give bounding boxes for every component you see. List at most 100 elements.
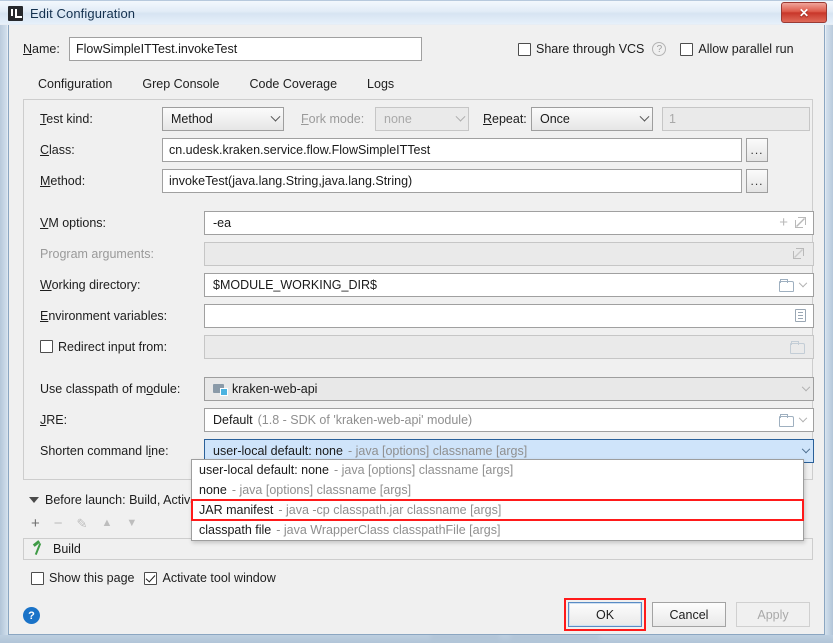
chevron-down-icon-repeat[interactable]: [633, 111, 650, 126]
method-label: Method:: [40, 173, 86, 188]
edit-configuration-window: Edit Configuration ✕ Name: FlowSimpleITT…: [0, 0, 833, 643]
module-icon: [213, 383, 228, 396]
method-input[interactable]: invokeTest(java.lang.String,java.lang.St…: [162, 168, 742, 193]
repeat-combo[interactable]: Once: [531, 106, 653, 131]
fork-mode-label: Fork mode:: [301, 111, 365, 126]
tab-logs[interactable]: Logs: [352, 73, 409, 102]
program-arguments-input: [204, 241, 814, 266]
show-this-page-checkbox-box[interactable]: [31, 571, 44, 585]
folder-icon-jre[interactable]: [779, 414, 794, 427]
chevron-down-icon-workdir[interactable]: [798, 278, 808, 292]
name-label: Name:: [23, 42, 60, 56]
cancel-button[interactable]: Cancel: [652, 602, 726, 627]
class-browse-button[interactable]: ...: [746, 137, 768, 162]
show-this-page-label: Show this page: [49, 571, 135, 585]
chevron-down-icon-shorten[interactable]: [795, 444, 811, 458]
working-directory-input[interactable]: $MODULE_WORKING_DIR$: [204, 272, 814, 297]
tab-grep-console[interactable]: Grep Console: [127, 73, 234, 102]
apply-button: Apply: [736, 602, 810, 627]
collapse-triangle-icon[interactable]: [29, 497, 39, 503]
dialog-body: Name: FlowSimpleITTest.invokeTest Share …: [8, 25, 825, 635]
name-input[interactable]: FlowSimpleITTest.invokeTest: [69, 37, 422, 61]
window-border-left: [0, 25, 7, 635]
show-this-page-checkbox[interactable]: Show this page: [31, 571, 134, 585]
allow-parallel-checkbox-box[interactable]: [680, 42, 694, 56]
list-editor-icon[interactable]: [795, 309, 806, 322]
dropdown-item-none[interactable]: none - java [options] classname [args]: [192, 480, 803, 500]
title-bar: Edit Configuration ✕: [0, 0, 833, 24]
fork-mode-combo: none: [375, 106, 469, 131]
use-classpath-value: kraken-web-api: [232, 381, 318, 396]
dropdown-item-user-local-default[interactable]: user-local default: none - java [options…: [192, 460, 803, 480]
program-arguments-row: Program arguments:: [40, 241, 814, 266]
name-row: Name: FlowSimpleITTest.invokeTest Share …: [23, 36, 813, 62]
activate-tool-window-label: Activate tool window: [162, 571, 276, 585]
ok-button[interactable]: OK: [568, 602, 642, 627]
share-through-vcs-checkbox[interactable]: Share through VCS: [518, 42, 644, 56]
move-down-button: ▼: [126, 517, 138, 529]
jre-combo[interactable]: Default (1.8 - SDK of 'kraken-web-api' m…: [204, 407, 814, 432]
jre-hint: (1.8 - SDK of 'kraken-web-api' module): [257, 412, 473, 427]
vm-options-row: VM options: -ea +: [40, 210, 814, 235]
class-row: Class: cn.udesk.kraken.service.flow.Flow…: [40, 137, 768, 162]
chevron-down-icon-jre[interactable]: [798, 413, 808, 427]
activate-tool-window-checkbox[interactable]: Activate tool window: [144, 571, 276, 585]
dropdown-item-hint: - java [options] classname [args]: [333, 463, 514, 477]
activate-tool-window-checkbox-box[interactable]: [144, 571, 158, 585]
vm-options-input[interactable]: -ea +: [204, 210, 814, 235]
share-vcs-checkbox-box[interactable]: [518, 42, 531, 56]
tab-code-coverage[interactable]: Code Coverage: [234, 73, 352, 102]
shorten-command-line-hint: - java [options] classname [args]: [347, 443, 528, 458]
test-kind-value: Method: [171, 111, 213, 126]
dropdown-item-hint: - java WrapperClass classpathFile [args]: [276, 523, 501, 537]
class-input[interactable]: cn.udesk.kraken.service.flow.FlowSimpleI…: [162, 137, 742, 162]
chevron-down-icon[interactable]: [264, 111, 281, 126]
expand-arrow-svg-2: [794, 249, 803, 258]
before-launch-toolbar: + − ✎ ▲ ▼: [31, 516, 137, 531]
working-directory-row: Working directory: $MODULE_WORKING_DIR$: [40, 272, 814, 297]
shorten-command-line-value: user-local default: none: [213, 443, 343, 458]
add-task-button[interactable]: +: [31, 516, 40, 531]
repeat-label: Repeat:: [483, 111, 527, 126]
test-kind-combo[interactable]: Method: [162, 106, 284, 131]
share-vcs-help-icon[interactable]: ?: [652, 42, 667, 56]
expand-icon[interactable]: [795, 217, 806, 228]
folder-icon[interactable]: [779, 279, 794, 292]
shorten-command-line-dropdown[interactable]: user-local default: none - java [options…: [191, 459, 804, 541]
jre-row: JRE: Default (1.8 - SDK of 'kraken-web-a…: [40, 407, 814, 432]
dropdown-item-classpath-file[interactable]: classpath file - java WrapperClass class…: [192, 520, 803, 540]
use-classpath-combo[interactable]: kraken-web-api: [204, 376, 814, 401]
allow-parallel-run-checkbox[interactable]: Allow parallel run: [680, 42, 794, 56]
method-row: Method: invokeTest(java.lang.String,java…: [40, 168, 768, 193]
test-kind-label: Test kind:: [40, 111, 93, 126]
redirect-input-checkbox[interactable]: Redirect input from:: [40, 340, 204, 354]
jre-value: Default: [213, 412, 253, 427]
window-title: Edit Configuration: [30, 5, 136, 21]
chevron-down-icon-forkmode: [449, 111, 466, 126]
help-icon[interactable]: ?: [23, 607, 40, 624]
chevron-down-icon-classpath[interactable]: [795, 382, 811, 396]
environment-variables-label: Environment variables:: [40, 308, 168, 323]
plus-icon[interactable]: +: [779, 215, 788, 230]
vm-options-value: -ea: [213, 215, 232, 230]
dropdown-item-hint: - java [options] classname [args]: [231, 483, 412, 497]
close-icon[interactable]: ✕: [781, 2, 827, 23]
redirect-input-checkbox-box[interactable]: [40, 340, 53, 353]
dropdown-item-jar-manifest[interactable]: JAR manifest - java -cp classpath.jar cl…: [191, 499, 804, 521]
use-classpath-row: Use classpath of module: kraken-web-api: [40, 376, 814, 401]
folder-icon-redirect: [790, 341, 805, 354]
tab-configuration[interactable]: Configuration: [23, 73, 128, 102]
environment-variables-row: Environment variables:: [40, 303, 814, 328]
redirect-input-label: Redirect input from:: [58, 339, 168, 354]
working-directory-value: $MODULE_WORKING_DIR$: [213, 277, 377, 292]
before-launch-task-list[interactable]: Build: [23, 538, 813, 560]
redirect-input-path: [204, 334, 814, 359]
redirect-input-row: Redirect input from:: [40, 334, 814, 359]
move-up-button: ▲: [101, 517, 113, 529]
method-browse-button[interactable]: ...: [746, 168, 768, 193]
before-launch-label: Before launch: Build, Activa: [45, 493, 198, 507]
build-hammer-icon: [32, 542, 46, 556]
before-launch-header[interactable]: Before launch: Build, Activa: [29, 493, 197, 507]
dropdown-item-hint: - java -cp classpath.jar classname [args…: [278, 503, 502, 517]
environment-variables-input[interactable]: [204, 303, 814, 328]
